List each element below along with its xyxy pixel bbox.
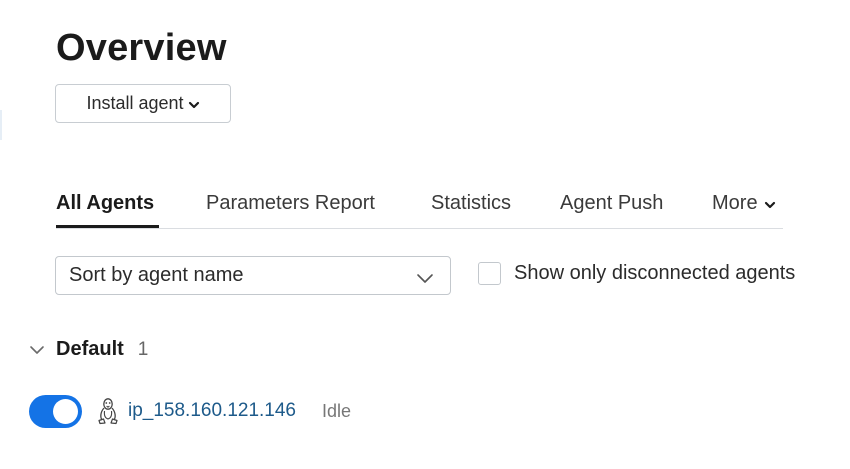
page-title: Overview <box>56 27 227 69</box>
chevron-down-icon <box>416 268 434 291</box>
install-agent-button[interactable]: Install agent <box>55 84 231 123</box>
agent-status: Idle <box>322 400 352 421</box>
chevron-down-icon <box>188 100 200 110</box>
chevron-down-icon[interactable] <box>28 341 46 359</box>
tab-more[interactable]: More <box>712 192 776 215</box>
agent-enabled-toggle[interactable] <box>29 394 82 428</box>
group-name: Default <box>56 338 124 360</box>
disconnected-checkbox-label[interactable]: Show only disconnected agents <box>514 262 795 285</box>
linux-icon <box>96 397 120 425</box>
disconnected-checkbox[interactable] <box>478 262 501 285</box>
tab-more-label: More <box>712 192 758 214</box>
agent-row: ip_158.160.121.146 Idle <box>29 394 351 428</box>
group-count: 1 <box>137 338 149 360</box>
sort-select-value: Sort by agent name <box>69 264 244 286</box>
chevron-down-icon <box>764 200 776 210</box>
group-header-default: Default 1 <box>28 338 148 361</box>
toggle-knob <box>53 398 78 424</box>
tab-agent-push[interactable]: Agent Push <box>560 192 663 215</box>
active-tab-indicator <box>56 225 159 228</box>
tab-all-agents[interactable]: All Agents <box>56 192 154 215</box>
tab-statistics[interactable]: Statistics <box>431 192 511 215</box>
install-agent-label: Install agent <box>86 93 184 113</box>
agent-tabs: All Agents Parameters Report Statistics … <box>56 180 783 229</box>
disconnected-filter: Show only disconnected agents <box>478 262 795 285</box>
tab-parameters-report[interactable]: Parameters Report <box>206 192 375 215</box>
sort-select[interactable]: Sort by agent name <box>55 256 451 295</box>
left-edge-strip <box>0 110 2 140</box>
agent-name-link[interactable]: ip_158.160.121.146 <box>128 400 296 422</box>
